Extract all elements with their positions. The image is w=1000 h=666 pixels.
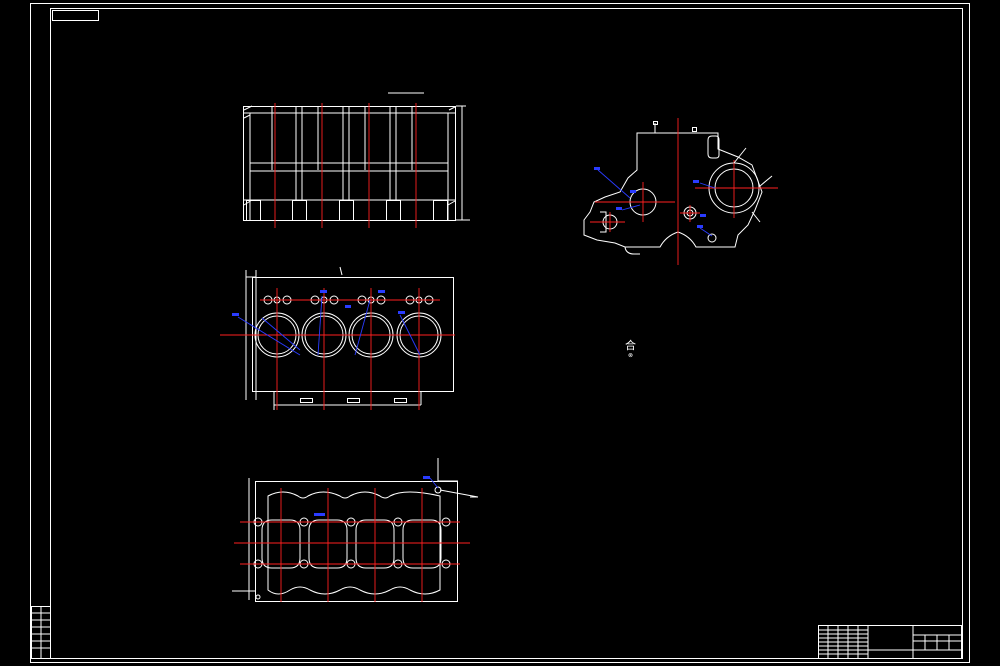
top-view [220, 266, 455, 410]
revision-strip [31, 606, 51, 659]
title-block [818, 625, 962, 659]
cad-drawing-canvas: 合 ⊗ [30, 3, 970, 663]
center-mark-symbol: ⊗ [628, 352, 633, 359]
center-mark: 合 ⊗ [625, 338, 636, 359]
front-section-view [243, 92, 470, 228]
drawing-border [30, 3, 970, 663]
bottom-view [232, 458, 479, 602]
side-view [583, 118, 778, 265]
center-mark-label: 合 [625, 338, 636, 352]
